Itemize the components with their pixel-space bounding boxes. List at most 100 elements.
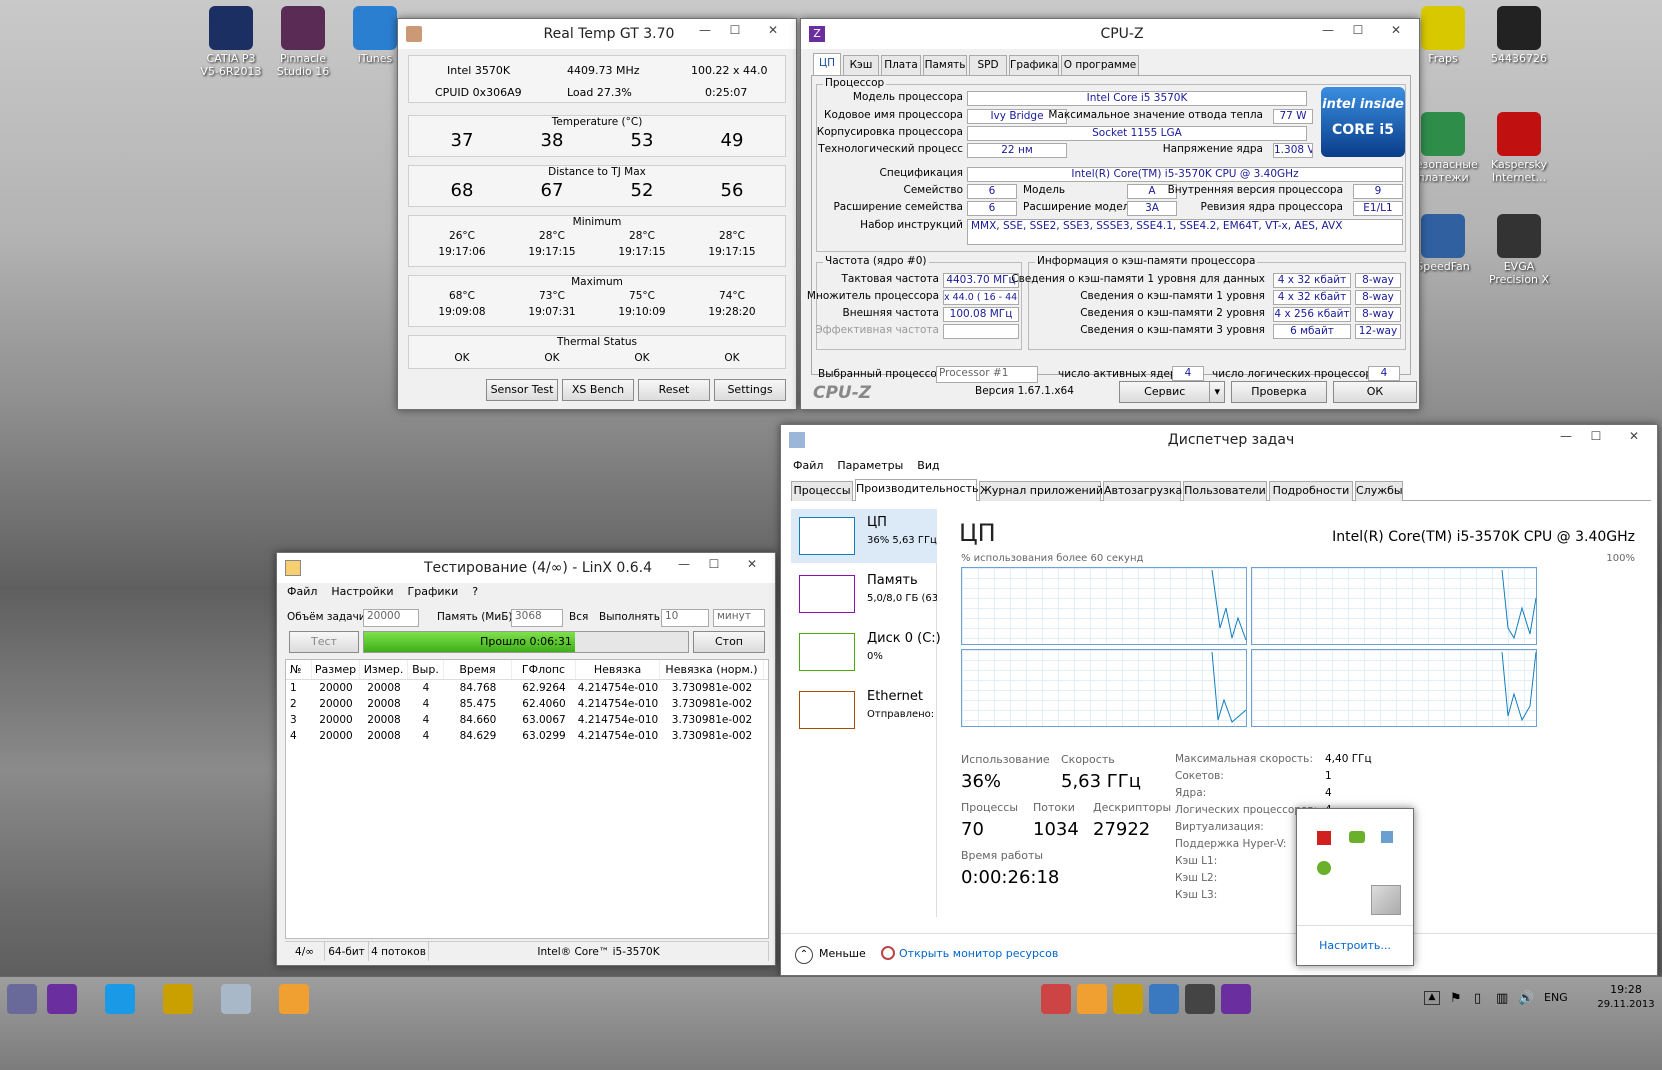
taskmgr-tab[interactable]: Журнал приложений: [979, 481, 1103, 501]
size-select[interactable]: 20000: [363, 609, 419, 627]
fewer-details-link[interactable]: Меньше: [819, 947, 866, 960]
run-count-select[interactable]: 10: [661, 609, 709, 627]
all-checkbox-label[interactable]: Вся: [569, 611, 588, 623]
minimize-button[interactable]: —: [690, 23, 720, 37]
menu-item[interactable]: Параметры: [837, 459, 903, 472]
tools-button[interactable]: Сервис ▾: [1119, 381, 1225, 403]
run-unit-select[interactable]: минут: [713, 609, 765, 627]
processor-select[interactable]: Processor #1: [936, 366, 1038, 383]
taskmgr-titlebar[interactable]: Диспетчер задач — ☐ ✕: [781, 425, 1657, 455]
hwmonitor-icon[interactable]: [156, 977, 200, 1021]
linx-window[interactable]: Тестирование (4/∞) - LinX 0.6.4 — ☐ ✕ Файл…: [276, 552, 776, 966]
menu-item[interactable]: Файл: [287, 585, 317, 598]
perf-sidebar-item[interactable]: Диск 0 (C:) 0%: [791, 625, 941, 679]
taskmgr-tab[interactable]: Пользователи: [1183, 481, 1267, 501]
utility-tray-icon[interactable]: [1317, 861, 1331, 875]
nvidia-tray-icon[interactable]: [1349, 831, 1365, 843]
skype-icon[interactable]: [98, 977, 142, 1021]
cpuz-tab[interactable]: Плата: [881, 55, 921, 75]
cpuz-tab[interactable]: Графика: [1009, 55, 1059, 75]
menu-item[interactable]: ?: [472, 585, 478, 598]
taskmgr-tab[interactable]: Подробности: [1269, 481, 1353, 501]
stop-button[interactable]: Стоп: [693, 631, 765, 653]
cpuz-tab[interactable]: SPD: [969, 55, 1007, 75]
menu-item[interactable]: Вид: [917, 459, 939, 472]
column-header[interactable]: Время: [444, 660, 512, 679]
linx-task-icon[interactable]: [272, 977, 316, 1021]
menu-item[interactable]: Файл: [793, 459, 823, 472]
start-icon[interactable]: [0, 977, 44, 1021]
clock-time[interactable]: 19:28: [1598, 983, 1654, 996]
column-header[interactable]: Невязка: [576, 660, 660, 679]
close-button[interactable]: ✕: [750, 23, 796, 37]
settings-button[interactable]: Settings: [714, 379, 786, 401]
cpuz-window[interactable]: Z CPU-Z — ☐ ✕ ЦП Кэш Плата Память SPD Графика О …: [800, 18, 1420, 410]
flag-icon[interactable]: ⚑: [1450, 991, 1462, 1006]
taskmgr-tab[interactable]: Производительность: [855, 479, 979, 501]
minimize-button[interactable]: —: [669, 557, 699, 571]
realtemp-window[interactable]: Real Temp GT 3.70 — ☐ ✕ Intel 3570K 4409.7…: [397, 18, 797, 410]
menu-item[interactable]: Настройки: [331, 585, 393, 598]
xs-bench-button[interactable]: XS Bench: [562, 379, 634, 401]
table-row[interactable]: 2 20000 20008 4 85.475 62.4060 4.214754e-010 3.…: [286, 696, 768, 712]
perf-sidebar-item[interactable]: Ethernet Отправлено:: [791, 683, 937, 737]
sensor-test-button[interactable]: Sensor Test: [486, 379, 558, 401]
pinned-app-icon[interactable]: [1214, 977, 1258, 1021]
menu-item[interactable]: Графики: [408, 585, 459, 598]
pen-tray-icon[interactable]: [1371, 885, 1401, 915]
column-header[interactable]: Невязка (норм.): [660, 660, 764, 679]
network-icon[interactable]: ▥: [1496, 991, 1508, 1006]
maximize-button[interactable]: ☐: [699, 557, 729, 571]
desktop-icon[interactable]: EVGA Precision X: [1484, 214, 1554, 286]
desktop-icon[interactable]: 54436726: [1484, 6, 1554, 65]
column-header[interactable]: Измер.: [360, 660, 408, 679]
cpuz-tab[interactable]: Кэш: [843, 55, 879, 75]
language-indicator[interactable]: ENG: [1544, 991, 1568, 1004]
resource-monitor-link[interactable]: Открыть монитор ресурсов: [899, 947, 1058, 960]
close-button[interactable]: ✕: [1373, 23, 1419, 37]
volume-icon[interactable]: 🔊: [1518, 991, 1534, 1006]
cpuz-tab[interactable]: ЦП: [813, 53, 841, 75]
desktop-icon[interactable]: Pinnacle Studio 16: [268, 6, 338, 78]
desktop-icon[interactable]: Kaspersky Internet...: [1484, 112, 1554, 184]
kaspersky-tray-icon[interactable]: [1317, 831, 1331, 845]
maximize-button[interactable]: ☐: [1343, 23, 1373, 37]
table-row[interactable]: 3 20000 20008 4 84.660 63.0067 4.214754e-010 3.…: [286, 712, 768, 728]
realtemp-titlebar[interactable]: Real Temp GT 3.70 — ☐ ✕: [398, 19, 796, 49]
column-header[interactable]: Размер: [312, 660, 360, 679]
cpuz-tab[interactable]: Память: [923, 55, 967, 75]
table-row[interactable]: 1 20000 20008 4 84.768 62.9264 4.214754e-010 3.…: [286, 680, 768, 696]
memory-select[interactable]: 3068: [511, 609, 563, 627]
minimize-button[interactable]: —: [1313, 23, 1343, 37]
taskmgr-tab[interactable]: Процессы: [791, 481, 853, 501]
perf-sidebar-item[interactable]: ЦП 36% 5,63 ГГц: [791, 509, 937, 563]
reset-button[interactable]: Reset: [638, 379, 710, 401]
taskmgr-tab[interactable]: Автозагрузка: [1103, 481, 1182, 501]
cpuz-task-icon[interactable]: [40, 977, 84, 1021]
column-header[interactable]: №: [286, 660, 312, 679]
taskmgr-window[interactable]: Диспетчер задач — ☐ ✕ Файл Параметры Вид Про…: [780, 424, 1658, 976]
maximize-button[interactable]: ☐: [1581, 429, 1611, 443]
column-header[interactable]: Выр.: [408, 660, 444, 679]
table-row[interactable]: 4 20000 20008 4 84.629 63.0299 4.214754e-010 3.…: [286, 728, 768, 744]
close-button[interactable]: ✕: [1611, 429, 1657, 443]
desktop-icon[interactable]: CATIA P3 V5-6R2013: [196, 6, 266, 78]
perf-sidebar-item[interactable]: Память 5,0/8,0 ГБ (63%): [791, 567, 937, 621]
cpuz-titlebar[interactable]: Z CPU-Z — ☐ ✕: [801, 19, 1419, 49]
close-button[interactable]: ✕: [729, 557, 775, 571]
network-tray-icon[interactable]: [1381, 831, 1393, 843]
maximize-button[interactable]: ☐: [720, 23, 750, 37]
test-button[interactable]: Тест: [289, 631, 359, 653]
linx-titlebar[interactable]: Тестирование (4/∞) - LinX 0.6.4 — ☐ ✕: [277, 553, 775, 583]
tray-overflow-popup[interactable]: Настроить...: [1296, 808, 1414, 966]
perfmon-icon[interactable]: [214, 977, 258, 1021]
clock-date[interactable]: 29.11.2013: [1596, 999, 1656, 1010]
battery-icon[interactable]: ▯: [1474, 991, 1481, 1006]
chevron-down-icon[interactable]: ▾: [1209, 382, 1224, 402]
column-header[interactable]: ГФлопс: [512, 660, 576, 679]
show-hidden-icons-button[interactable]: ▲: [1424, 991, 1440, 1005]
chevron-up-icon[interactable]: ⌃: [795, 946, 813, 964]
taskmgr-tab[interactable]: Службы: [1355, 481, 1403, 501]
ok-button[interactable]: ОК: [1333, 381, 1417, 403]
customize-link[interactable]: Настроить...: [1297, 925, 1413, 965]
